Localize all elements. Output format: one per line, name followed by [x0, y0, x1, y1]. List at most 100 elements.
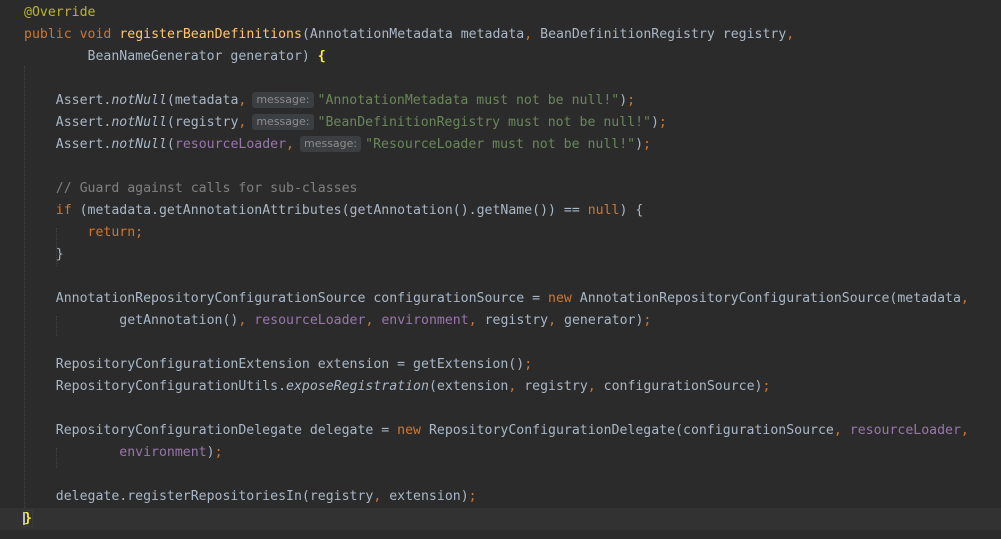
code-line[interactable] — [0, 266, 1001, 288]
code-token: } — [23, 510, 33, 527]
code-token: null — [587, 203, 620, 218]
code-editor[interactable]: @Override public void registerBeanDefinit… — [0, 0, 1001, 539]
code-token: notNull — [111, 93, 167, 108]
code-line[interactable]: if (metadata.getAnnotationAttributes(get… — [0, 200, 1001, 222]
code-line[interactable]: @Override — [0, 2, 1001, 24]
code-token: (metadata.getAnnotationAttributes(getAnn… — [71, 203, 588, 218]
code-token: ; — [214, 445, 223, 460]
code-token: notNull — [111, 115, 167, 130]
code-line[interactable] — [0, 68, 1001, 90]
code-token: new — [548, 291, 572, 306]
code-line[interactable] — [0, 398, 1001, 420]
code-token: registerBeanDefinitions — [119, 27, 302, 42]
code-token: if — [55, 203, 72, 218]
code-line[interactable]: Assert.notNull(resourceLoader, message: "R… — [0, 134, 1001, 156]
code-line[interactable]: RepositoryConfigurationDelegate delegate… — [0, 420, 1001, 442]
code-token: RepositoryConfigurationDelegate(configur… — [421, 423, 834, 438]
code-token: } — [24, 247, 64, 262]
code-token: RepositoryConfigurationExtension extensi… — [24, 357, 525, 372]
code-token: { — [317, 49, 326, 64]
code-token: ; — [762, 379, 771, 394]
parameter-hint: message: — [252, 114, 314, 130]
code-token: ) — [635, 137, 644, 152]
code-token: RepositoryConfigurationDelegate delegate… — [24, 423, 398, 438]
code-line[interactable]: Assert.notNull(metadata, message: "Annotat… — [0, 90, 1001, 112]
code-token: , — [548, 313, 557, 328]
code-token: resourceLoader — [254, 313, 366, 328]
code-token: ; — [524, 357, 533, 372]
code-token: , — [468, 313, 477, 328]
code-line[interactable]: public void registerBeanDefinitions(Anno… — [0, 24, 1001, 46]
code-token: , — [786, 27, 795, 42]
code-token: new — [397, 423, 421, 438]
code-token: AnnotationRepositoryConfigurationSource … — [24, 291, 549, 306]
code-token: registry — [476, 313, 549, 328]
code-line[interactable]: delegate.registerRepositoriesIn(registry… — [0, 486, 1001, 508]
code-token: ( — [166, 137, 175, 152]
code-token: void — [79, 27, 112, 42]
code-token: RepositoryConfigurationUtils. — [24, 379, 287, 394]
code-line[interactable]: Assert.notNull(registry, message: "BeanDef… — [0, 112, 1001, 134]
code-line[interactable]: AnnotationRepositoryConfigurationSource … — [0, 288, 1001, 310]
code-token: exposeRegistration — [286, 379, 429, 394]
code-token: AnnotationRepositoryConfigurationSource(… — [571, 291, 961, 306]
code-token: (extension — [428, 379, 509, 394]
code-token: ; — [468, 489, 477, 504]
code-token: BeanNameGenerator generator) — [24, 49, 318, 64]
code-line[interactable] — [0, 156, 1001, 178]
code-token: , — [833, 423, 842, 438]
code-line[interactable] — [0, 332, 1001, 354]
code-token: ) { — [619, 203, 644, 218]
code-token: ; — [658, 115, 667, 130]
code-token: environment — [119, 445, 207, 460]
code-line[interactable]: } — [0, 508, 1001, 530]
code-line[interactable]: // Guard against calls for sub-classes — [0, 178, 1001, 200]
code-line[interactable]: RepositoryConfigurationExtension extensi… — [0, 354, 1001, 376]
code-line[interactable]: environment); — [0, 442, 1001, 464]
code-token: extension) — [381, 489, 469, 504]
code-token: , — [286, 137, 294, 152]
code-token: notNull — [111, 137, 167, 152]
code-line[interactable]: getAnnotation(), resourceLoader, environ… — [0, 310, 1001, 332]
code-token: registry — [516, 379, 588, 394]
code-token: generator) — [556, 313, 644, 328]
code-token: ; — [627, 93, 636, 108]
code-token: , — [960, 291, 969, 306]
code-token: delegate.registerRepositoriesIn(registry — [24, 489, 374, 504]
code-token: Assert. — [24, 115, 112, 130]
code-token: ) — [619, 93, 628, 108]
code-token: , — [238, 93, 247, 108]
code-line[interactable]: return; — [0, 222, 1001, 244]
code-token: "AnnotationMetadata must not be null!" — [317, 93, 620, 108]
parameter-hint: message: — [252, 92, 314, 108]
code-token: "ResourceLoader must not be null!" — [365, 137, 636, 152]
code-token: configurationSource) — [595, 379, 763, 394]
code-token: , — [238, 115, 247, 130]
code-token: (AnnotationMetadata metadata — [301, 27, 525, 42]
code-token: , — [587, 379, 596, 394]
code-token: resourceLoader — [174, 137, 287, 152]
code-token: , — [960, 423, 969, 438]
code-token: ; — [643, 137, 651, 152]
code-token: Assert. — [24, 93, 112, 108]
code-token: environment — [381, 313, 469, 328]
code-token: BeanDefinitionRegistry registry — [532, 27, 787, 42]
code-token: , — [524, 27, 533, 42]
code-token: (registry — [166, 115, 239, 130]
code-line[interactable]: BeanNameGenerator generator) { — [0, 46, 1001, 68]
code-line[interactable]: } — [0, 244, 1001, 266]
parameter-hint: message: — [299, 136, 362, 152]
code-token: resourceLoader — [849, 423, 961, 438]
code-token: // Guard against calls for sub-classes — [24, 181, 358, 196]
code-token: @Override — [24, 5, 96, 20]
code-line[interactable] — [0, 464, 1001, 486]
code-token: Assert. — [24, 137, 112, 152]
code-token: ; — [643, 313, 652, 328]
code-token: "BeanDefinitionRegistry must not be null… — [317, 115, 651, 130]
code-line[interactable]: RepositoryConfigurationUtils.exposeRegis… — [0, 376, 1001, 398]
